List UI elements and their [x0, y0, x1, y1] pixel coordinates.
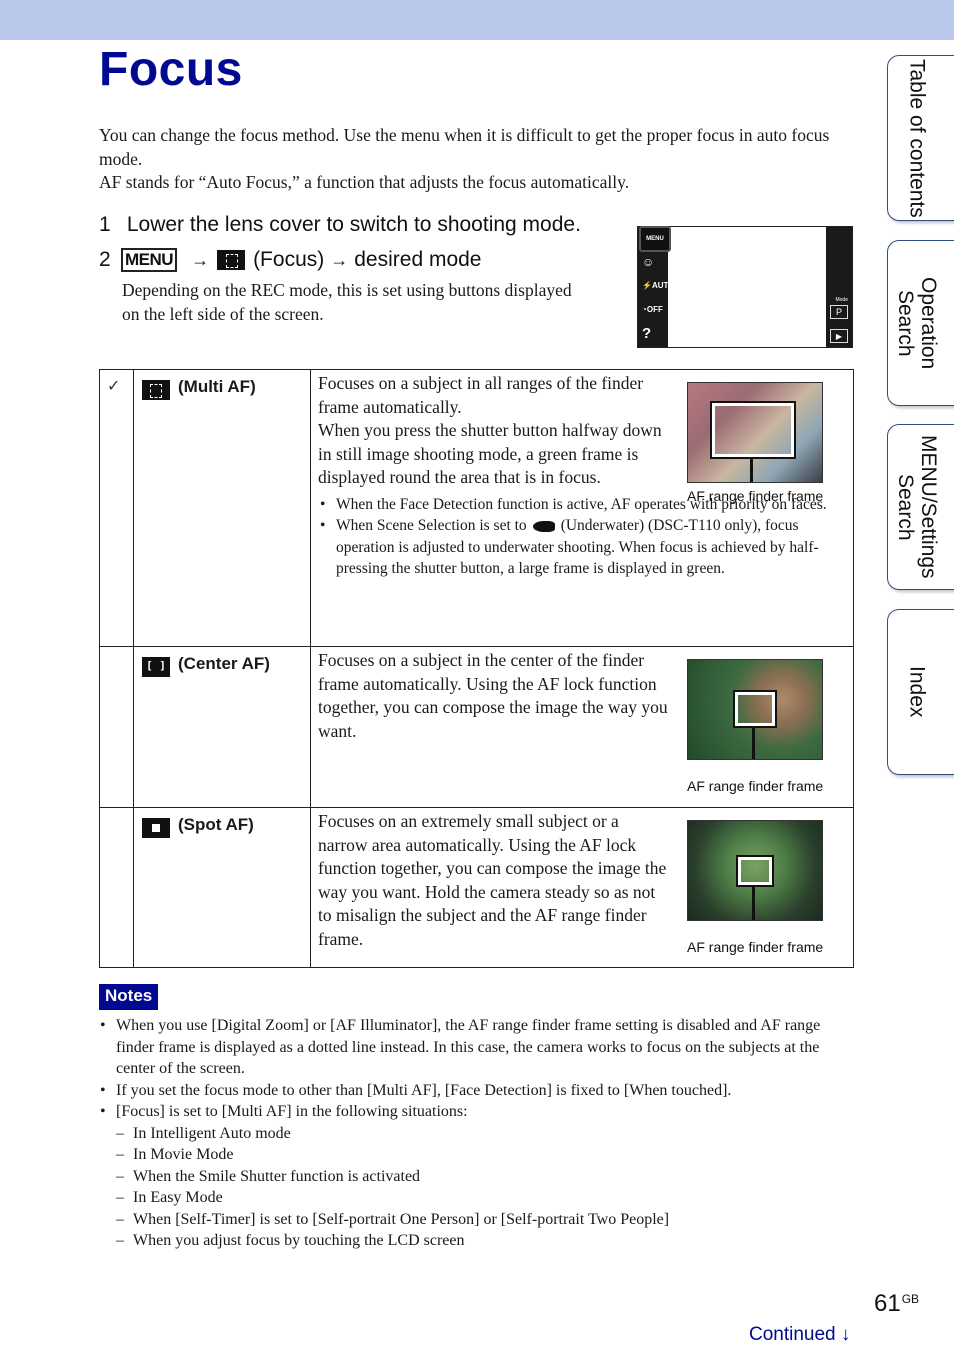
tab-label: Index	[905, 666, 929, 718]
page-title: Focus	[99, 43, 243, 96]
lcd-left-panel: MENU ☺ ⚡AUTO ◔OFF ?	[638, 226, 675, 347]
leader-line	[750, 457, 753, 482]
focus-label: (Focus)	[253, 248, 325, 271]
mode-caption: Mode	[835, 297, 848, 303]
default-check-icon: ✓	[107, 376, 121, 395]
top-banner	[0, 0, 954, 40]
mode-bullets: When the Face Detection function is acti…	[318, 494, 845, 580]
step-text: Lower the lens cover to switch to shooti…	[126, 213, 581, 236]
desc-text: Focuses on a subject in all ranges of th…	[318, 373, 644, 417]
situation-item: In Movie Mode	[116, 1144, 859, 1166]
spot-af-icon	[142, 818, 170, 838]
step-2: 2 MENU → (Focus) → desired mode	[99, 248, 482, 272]
continued-link[interactable]: Continued ↓	[749, 1324, 850, 1346]
note-text: [Focus] is set to [Multi AF] in the foll…	[116, 1103, 468, 1120]
timer-off-label: OFF	[646, 305, 663, 314]
menu-button-icon: MENU	[121, 248, 178, 272]
photo-figure: AF range finder frame	[687, 659, 845, 794]
note-item: [Focus] is set to [Multi AF] in the foll…	[99, 1101, 859, 1252]
mode-description: Focuses on a subject in the center of th…	[318, 650, 668, 741]
leader-line	[752, 885, 755, 920]
desc-text: When you press the shutter button halfwa…	[318, 420, 662, 487]
situation-item: When the Smile Shutter function is activ…	[116, 1166, 859, 1188]
tab-table-of-contents[interactable]: Table of contents	[887, 55, 954, 221]
situation-item: In Intelligent Auto mode	[116, 1123, 859, 1145]
mode-description: Focuses on an extremely small subject or…	[318, 811, 667, 949]
tab-index[interactable]: Index	[887, 609, 954, 775]
sample-photo-venice	[687, 382, 823, 483]
table-row: (Center AF) Focuses on a subject in the …	[99, 646, 854, 808]
step-number: 2	[99, 248, 111, 271]
mode-label: (Center AF)	[178, 654, 270, 673]
page-number-value: 61	[874, 1290, 901, 1317]
intro-paragraph: You can change the focus method. Use the…	[99, 125, 830, 169]
page-number: 61GB	[874, 1290, 919, 1318]
underwater-fish-icon	[532, 520, 555, 532]
situation-item: When [Self-Timer] is set to [Self-portra…	[116, 1209, 859, 1231]
leader-line	[752, 726, 755, 759]
step-target: desired mode	[354, 248, 482, 271]
arrow-icon: →	[191, 249, 210, 270]
mode-label: (Multi AF)	[178, 377, 256, 396]
mode-label: (Spot AF)	[178, 815, 254, 834]
sample-photo-cat	[687, 659, 823, 760]
help-icon: ?	[642, 325, 652, 342]
mode-description: Focuses on a subject in all ranges of th…	[318, 372, 668, 490]
tab-operation-search[interactable]: Operation Search	[887, 240, 954, 406]
tab-label: MENU/Settings Search	[894, 435, 940, 579]
af-range-finder-frame	[733, 690, 777, 728]
tab-label: Operation Search	[894, 276, 940, 370]
multi-af-icon	[142, 380, 170, 400]
sample-photo-bird	[687, 820, 823, 921]
table-row: ✓ (Multi AF) Focuses on a subject in all…	[99, 369, 854, 647]
tab-label: Table of contents	[905, 58, 929, 218]
photo-figure: AF range finder frame	[687, 820, 845, 955]
arrow-icon: →	[330, 249, 349, 270]
continued-label: Continued	[749, 1324, 836, 1345]
mode-name-spot-af: (Spot AF)	[142, 812, 310, 838]
intro: You can change the focus method. Use the…	[99, 124, 859, 195]
mode-name-multi-af: (Multi AF)	[142, 374, 310, 400]
situation-item: When you adjust focus by touching the LC…	[116, 1230, 859, 1252]
intro-paragraph: AF stands for “Auto Focus,” a function t…	[99, 172, 630, 192]
playback-icon: ▶	[830, 329, 848, 343]
af-range-finder-frame	[736, 855, 774, 887]
lcd-right-panel: Mode P ▶	[826, 227, 852, 347]
step-note: Depending on the REC mode, this is set u…	[122, 280, 572, 324]
page-suffix: GB	[901, 1292, 920, 1306]
mode-p-button: P	[830, 305, 848, 319]
step-number: 1	[99, 213, 111, 236]
flash-auto-icon: ⚡AUTO	[642, 281, 675, 290]
focus-modes-table: ✓ (Multi AF) Focuses on a subject in all…	[99, 369, 854, 968]
situation-item: In Easy Mode	[116, 1187, 859, 1209]
flash-auto-label: AUTO	[651, 281, 675, 290]
center-af-icon	[142, 657, 170, 677]
focus-icon	[217, 250, 246, 270]
af-range-finder-frame	[710, 401, 796, 459]
photo-caption: AF range finder frame	[687, 778, 824, 794]
photo-caption: AF range finder frame	[687, 939, 824, 955]
photo-caption: AF range finder frame	[687, 488, 824, 504]
lcd-menu-button: MENU	[639, 226, 671, 252]
bullet-item: When Scene Selection is set to(Underwate…	[318, 515, 845, 580]
mode-name-center-af: (Center AF)	[142, 651, 310, 677]
situations-list: In Intelligent Auto mode In Movie Mode W…	[116, 1123, 859, 1252]
notes-list: When you use [Digital Zoom] or [AF Illum…	[99, 1015, 859, 1252]
note-item: When you use [Digital Zoom] or [AF Illum…	[99, 1015, 859, 1080]
bullet-text: When Scene Selection is set to	[336, 517, 527, 534]
arrow-down-icon: ↓	[840, 1324, 851, 1345]
notes-badge: Notes	[99, 984, 159, 1010]
smile-icon: ☺	[642, 255, 655, 269]
table-row: (Spot AF) Focuses on an extremely small …	[99, 807, 854, 968]
tab-menu-settings-search[interactable]: MENU/Settings Search	[887, 424, 954, 590]
photo-figure: AF range finder frame	[687, 382, 845, 504]
self-timer-off-icon: ◔OFF	[642, 305, 663, 314]
step-1: 1 Lower the lens cover to switch to shoo…	[99, 213, 581, 237]
note-item: If you set the focus mode to other than …	[99, 1080, 859, 1102]
lcd-screen-illustration: MENU ☺ ⚡AUTO ◔OFF ? Mode P ▶	[637, 226, 853, 348]
